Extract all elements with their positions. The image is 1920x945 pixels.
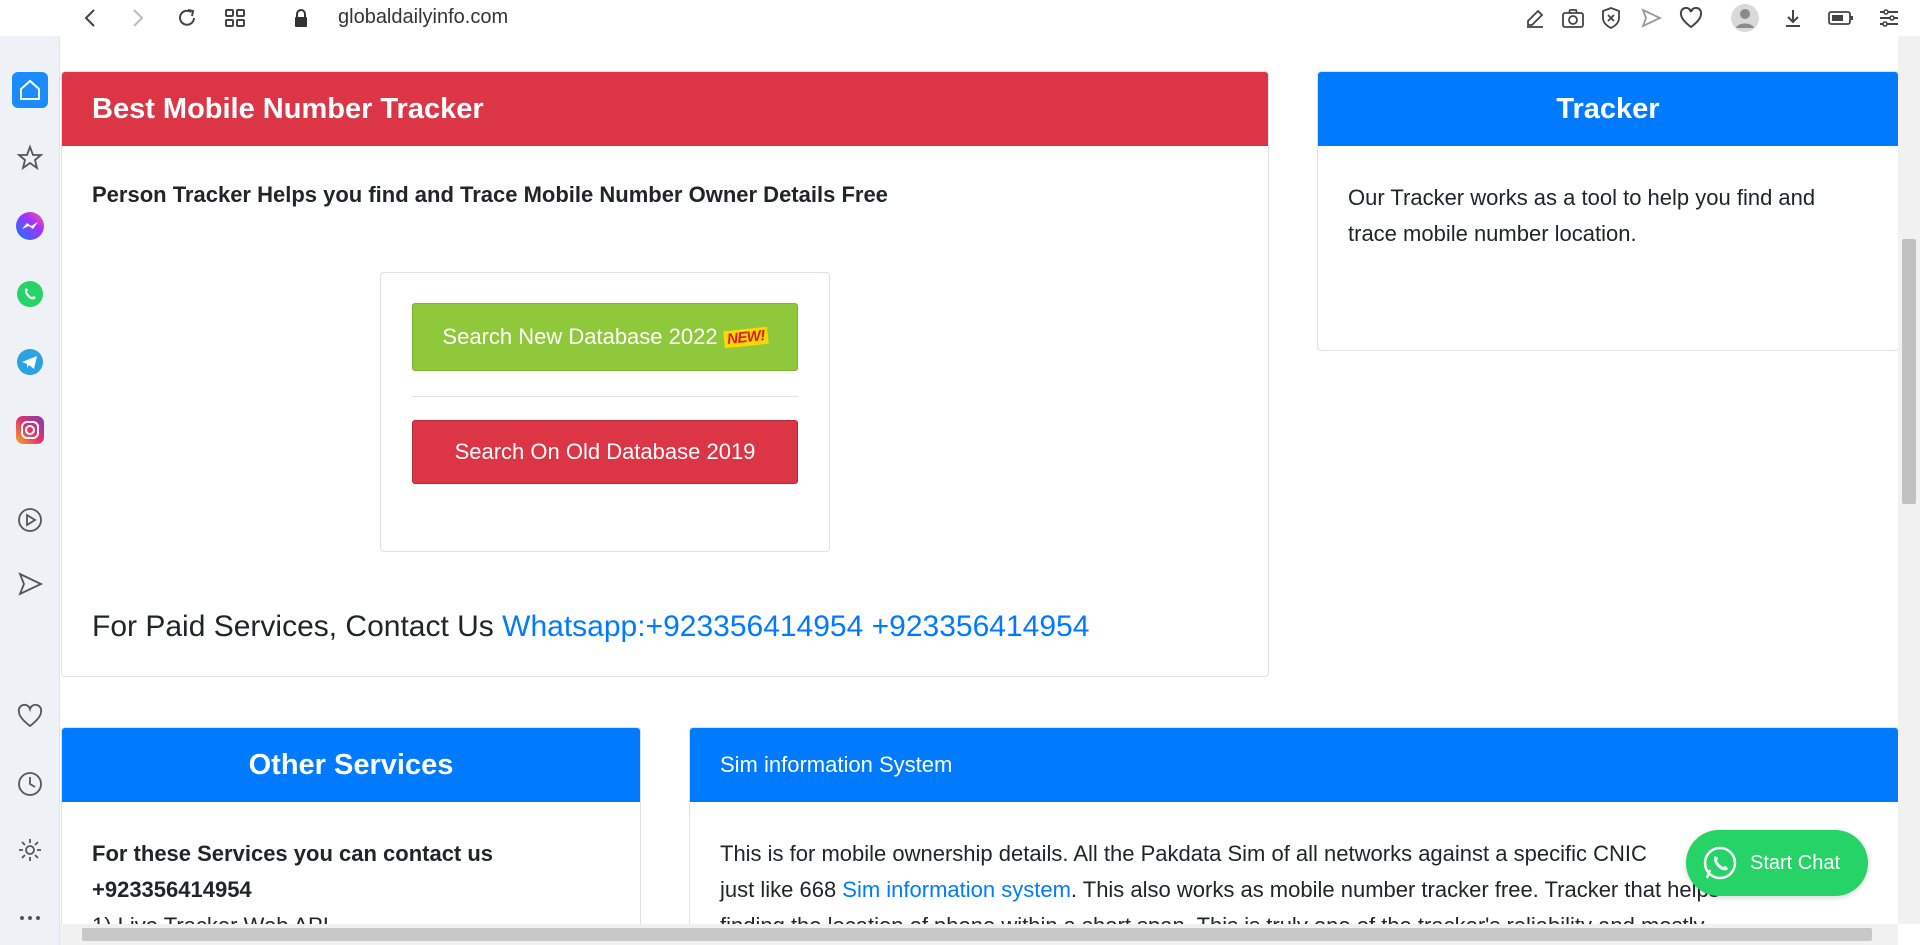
tracker-card: Tracker Our Tracker works as a tool to h… [1317,71,1898,351]
vertical-scroll-thumb[interactable] [1902,239,1916,504]
back-icon[interactable] [76,3,106,33]
profile-icon[interactable] [1730,3,1760,33]
tabs-grid-icon[interactable] [220,3,250,33]
other-services-body: For these Services you can contact us +9… [92,836,612,924]
start-chat-label: Start Chat [1750,851,1841,874]
send-icon[interactable] [12,566,48,602]
horizontal-scrollbar[interactable] [60,924,1898,945]
button-divider [412,396,798,397]
play-icon[interactable] [12,502,48,538]
browser-sidebar [0,36,60,945]
camera-icon[interactable] [1558,3,1588,33]
home-icon[interactable] [12,72,48,108]
search-old-database-button[interactable]: Search On Old Database 2019 [412,420,798,484]
forward-icon[interactable] [122,3,152,33]
edit-icon[interactable] [1520,3,1550,33]
other-services-card: Other Services For these Services you ca… [61,727,641,924]
shield-icon[interactable] [1596,3,1626,33]
sim-information-title: Sim information System [720,752,953,777]
main-tracker-card: Best Mobile Number Tracker Person Tracke… [61,71,1269,677]
tracker-card-title: Tracker [1556,92,1660,125]
vertical-scrollbar[interactable] [1898,36,1920,924]
browser-toolbar: globaldailyinfo.com [0,0,1920,36]
page-content: Best Mobile Number Tracker Person Tracke… [60,36,1898,924]
address-bar-url[interactable]: globaldailyinfo.com [338,4,508,30]
start-chat-button[interactable]: Start Chat [1686,830,1868,896]
telegram-icon[interactable] [12,344,48,380]
history-icon[interactable] [12,766,48,802]
download-icon[interactable] [1778,3,1808,33]
horizontal-scroll-thumb[interactable] [82,928,1872,941]
messenger-icon[interactable] [12,208,48,244]
sim-text-line3: finding the location of phone within a s… [720,908,1880,924]
menu-icon[interactable] [1874,3,1904,33]
contact-prefix: For Paid Services, Contact Us [92,610,494,643]
whatsapp-icon [1700,843,1740,883]
sim-information-system-link[interactable]: Sim information system [842,877,1071,902]
settings-icon[interactable] [12,832,48,868]
search-button-box: Search New Database 2022 NEW! Search On … [380,272,830,552]
main-card-title: Best Mobile Number Tracker [92,92,484,125]
other-services-phone: +923356414954 [92,877,252,902]
tracker-card-text: Our Tracker works as a tool to help you … [1348,185,1816,246]
search-new-database-button[interactable]: Search New Database 2022 NEW! [412,303,798,371]
battery-icon [1826,3,1856,33]
lock-icon [286,3,316,33]
heart-icon[interactable] [12,698,48,734]
search-new-database-label: Search New Database 2022 [442,324,718,349]
new-badge: NEW! [722,326,769,348]
other-services-contact-text: For these Services you can contact us [92,841,494,866]
whatsapp-icon[interactable] [12,276,48,312]
heart-icon[interactable] [1676,3,1706,33]
main-card-header: Best Mobile Number Tracker [62,72,1268,146]
star-icon[interactable] [12,140,48,176]
more-icon[interactable] [12,900,48,936]
paid-services-contact: For Paid Services, Contact Us Whatsapp:+… [92,610,1089,644]
search-old-database-label: Search On Old Database 2019 [454,439,756,464]
main-card-lead: Person Tracker Helps you find and Trace … [92,182,888,207]
reload-icon[interactable] [172,3,202,33]
sim-text-line2-pre: just like 668 [720,877,843,902]
other-services-header: Other Services [62,728,640,802]
other-services-title: Other Services [248,748,454,781]
phone-contact-link[interactable]: +923356414954 [872,610,1090,643]
sim-text-line2-post: . This also works as mobile number track… [1070,877,1720,902]
instagram-icon[interactable] [12,412,48,448]
sim-information-header: Sim information System [690,728,1898,802]
tracker-card-header: Tracker [1318,72,1898,146]
whatsapp-contact-link[interactable]: Whatsapp:+923356414954 [502,610,863,643]
other-services-item: 1) Live Tracker Web API [92,908,612,924]
send-icon[interactable] [1636,3,1666,33]
